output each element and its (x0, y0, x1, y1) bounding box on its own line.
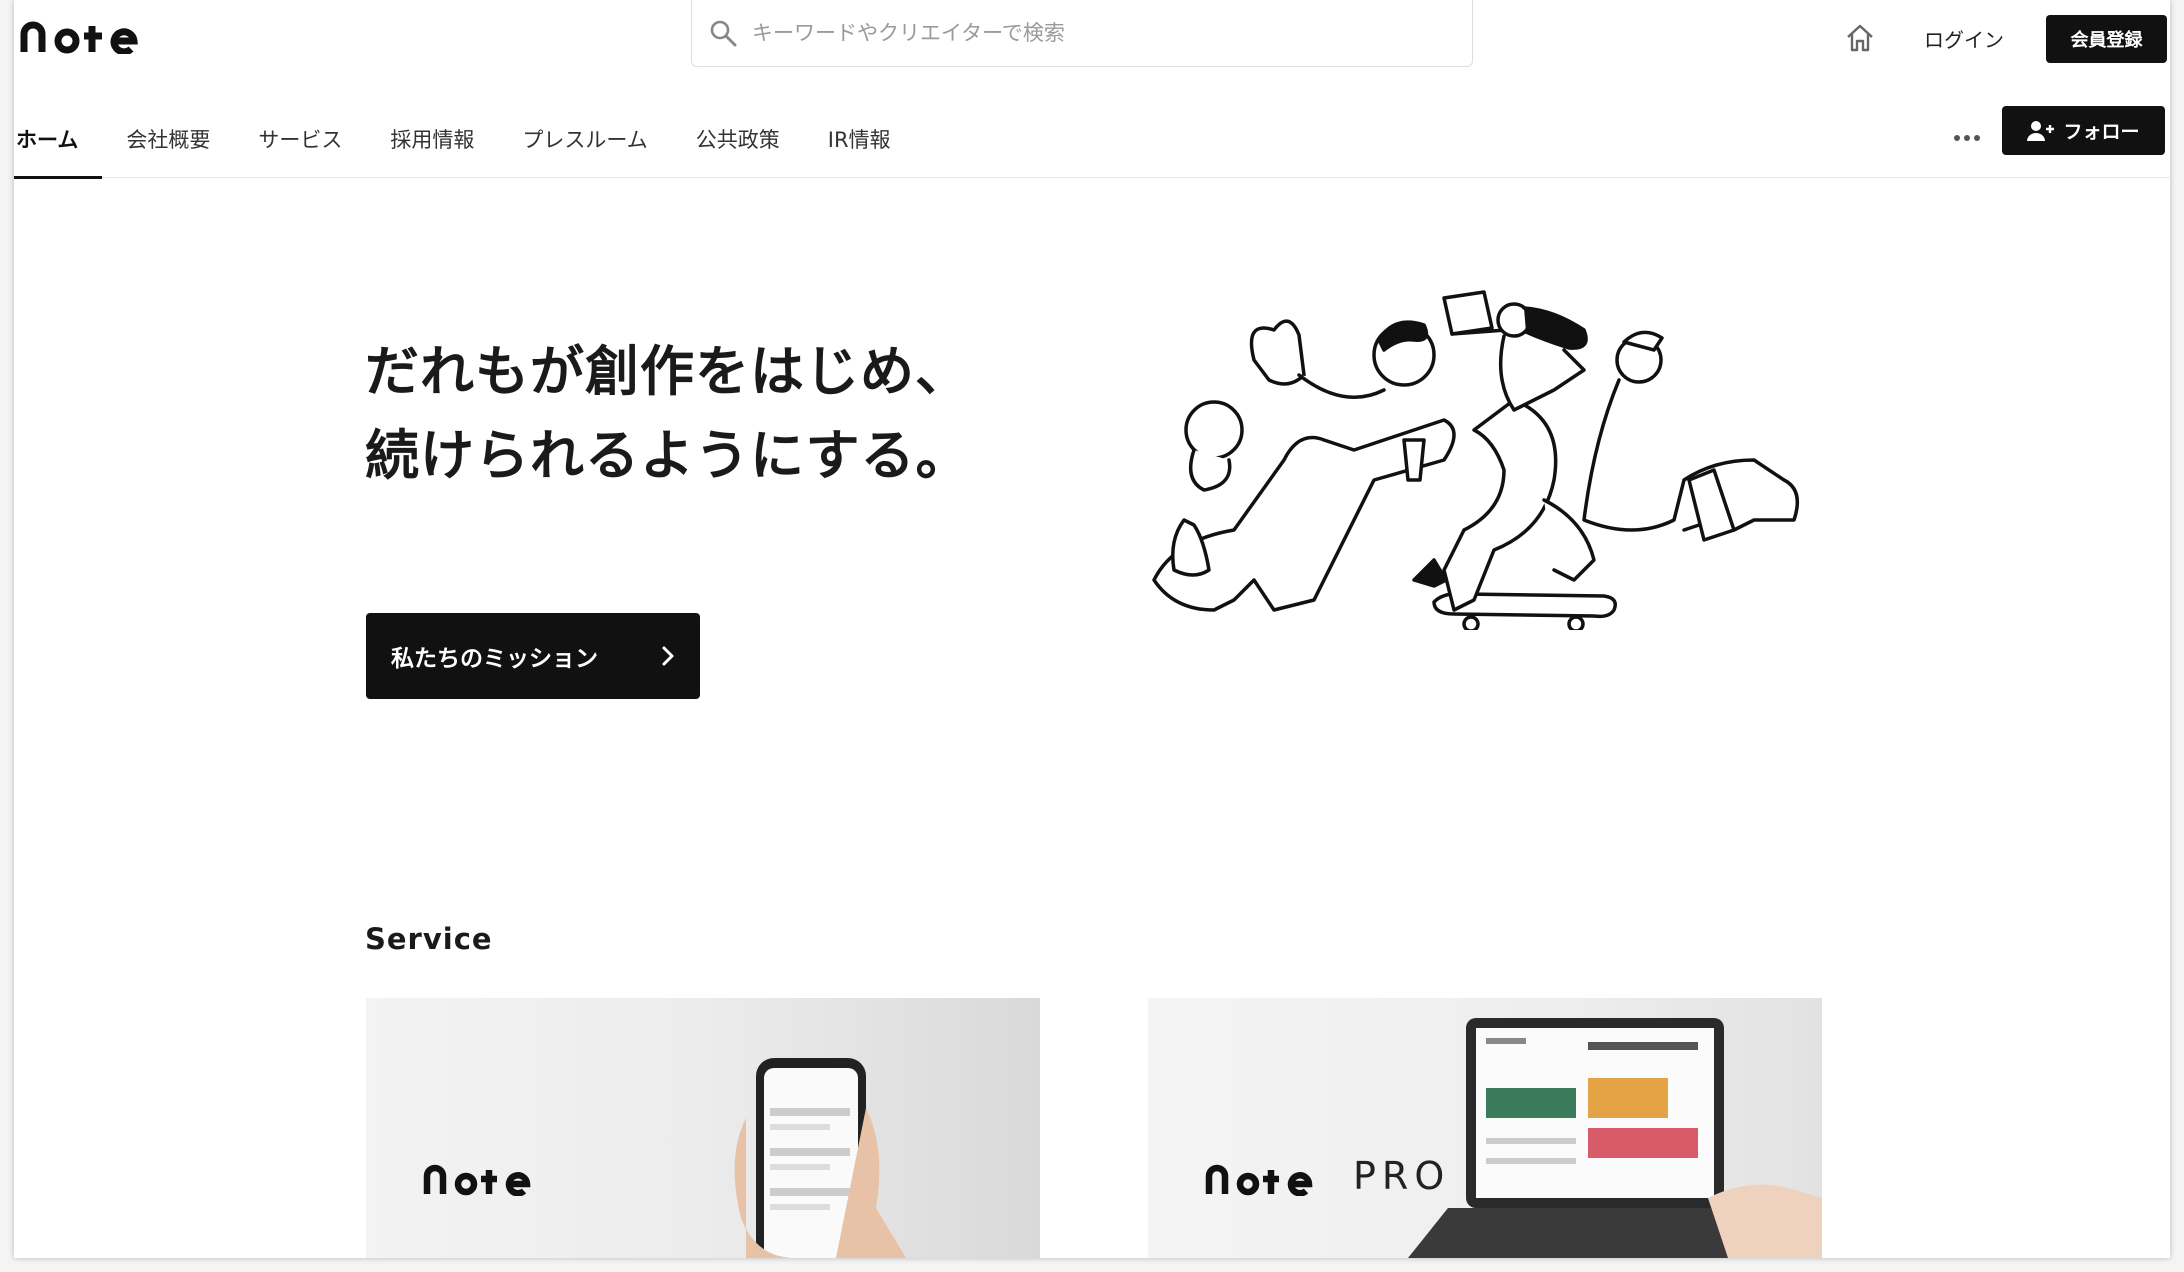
service-card-note[interactable] (366, 998, 1040, 1258)
tab-public-policy[interactable]: 公共政策 (672, 100, 804, 178)
home-icon[interactable] (1844, 22, 1876, 54)
signup-button[interactable]: 会員登録 (2046, 15, 2167, 63)
hero-title-line1: だれもが創作をはじめ、 (365, 340, 970, 403)
hero-title: だれもが創作をはじめ、 続けられるようにする。 (365, 330, 971, 498)
mission-button-label: 私たちのミッション (391, 645, 598, 671)
tab-ir[interactable]: IR情報 (804, 100, 915, 178)
page-frame: ログイン 会員登録 ホーム 会社概要 サービス 採用情報 プレスルーム 公共政策… (14, 0, 2170, 1258)
hero-illustration (1152, 290, 1800, 630)
service-card-note-pro[interactable]: PRO (1148, 998, 1822, 1258)
hero-title-line2: 続けられるようにする。 (365, 424, 971, 487)
login-link[interactable]: ログイン (1924, 24, 2004, 53)
mission-button[interactable]: 私たちのミッション (366, 613, 700, 699)
follow-button[interactable]: フォロー (2002, 106, 2165, 155)
smartphone-image (734, 1058, 906, 1258)
tab-service[interactable]: サービス (234, 100, 366, 178)
search-icon (710, 20, 737, 47)
chevron-right-icon (662, 646, 674, 666)
tab-home[interactable]: ホーム (14, 100, 103, 179)
more-options-icon[interactable] (1949, 125, 1985, 151)
service-heading: Service (365, 922, 493, 956)
search-box[interactable] (691, 0, 1473, 67)
add-user-icon (2027, 120, 2055, 141)
nav-tabs: ホーム 会社概要 サービス 採用情報 プレスルーム 公共政策 IR情報 (14, 100, 915, 179)
tab-pressroom[interactable]: プレスルーム (498, 100, 671, 178)
site-header: ログイン 会員登録 (14, 0, 2170, 72)
tab-company[interactable]: 会社概要 (102, 100, 234, 178)
note-logo[interactable] (18, 14, 168, 54)
tab-recruit[interactable]: 採用情報 (366, 100, 498, 178)
profile-nav: ホーム 会社概要 サービス 採用情報 プレスルーム 公共政策 IR情報 フォロー (14, 100, 2170, 179)
follow-label: フォロー (2063, 122, 2140, 143)
search-input[interactable] (752, 21, 1352, 45)
laptop-image (1408, 1018, 1822, 1258)
